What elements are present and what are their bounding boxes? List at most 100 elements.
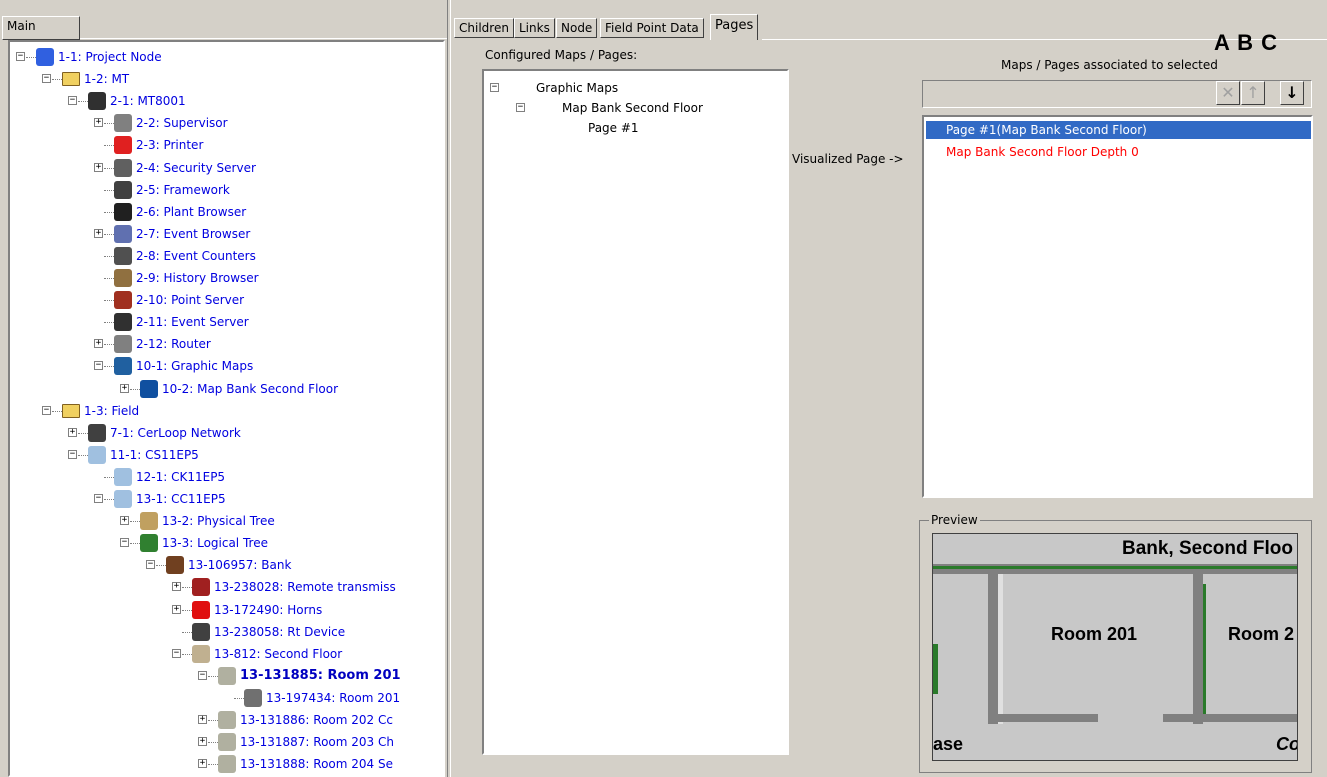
tree-node[interactable]: − 10-1: Graphic Maps: [10, 355, 443, 377]
tree-node[interactable]: − 13-3: Logical Tree: [10, 532, 443, 554]
folder-icon: [62, 72, 80, 87]
collapse-icon[interactable]: −: [16, 52, 25, 61]
event-counters-icon: [114, 246, 132, 265]
expand-icon[interactable]: +: [172, 604, 181, 614]
tree-connector: [208, 764, 218, 766]
tree-node[interactable]: − 13-131885: Room 201: [10, 665, 443, 687]
project-tree[interactable]: −1-1: Project Node −1-2: MT −2-1: MT8001 +2…: [8, 40, 445, 777]
move-up-button[interactable]: ↑: [1241, 81, 1265, 105]
expand-icon[interactable]: +: [120, 383, 129, 393]
configured-maps-tree[interactable]: − Graphic Maps − Map Bank Second Floor Page …: [482, 69, 789, 755]
tab-node[interactable]: Node: [556, 18, 598, 38]
tab-children[interactable]: Children: [454, 18, 514, 38]
collapse-icon[interactable]: −: [146, 560, 155, 570]
tree-node-label: 10-1: Graphic Maps: [136, 359, 254, 374]
tree-node[interactable]: 2-9: History Browser: [10, 267, 443, 289]
assoc-maps-list[interactable]: Page #1(Map Bank Second Floor) Map Bank …: [922, 115, 1313, 498]
tree-node-label: 13-238058: Rt Device: [214, 624, 346, 639]
tree-node-label: 2-6: Plant Browser: [136, 204, 247, 219]
tree-connector: [130, 543, 140, 545]
tab-links[interactable]: Links: [514, 18, 555, 38]
tree-node-label: 13-172490: Horns: [214, 602, 323, 617]
collapse-icon[interactable]: −: [94, 361, 103, 371]
tree-node-label: 2-8: Event Counters: [136, 248, 256, 263]
tree-node[interactable]: − 13-1: CC11EP5: [10, 488, 443, 510]
tree-node[interactable]: 13-197434: Room 201: [10, 687, 443, 709]
tree-node[interactable]: +2-2: Supervisor: [10, 112, 443, 134]
tree-node[interactable]: 13-238058: Rt Device: [10, 621, 443, 643]
tree-node[interactable]: 2-8: Event Counters: [10, 245, 443, 267]
tree-node[interactable]: +13-238028: Remote transmiss: [10, 576, 443, 598]
splitter[interactable]: [447, 0, 451, 777]
tree-node[interactable]: − 13-106957: Bank: [10, 554, 443, 576]
visualized-page-label: Visualized Page ->: [792, 152, 904, 166]
delete-button[interactable]: ✕: [1216, 81, 1240, 105]
expand-icon[interactable]: +: [198, 737, 207, 747]
tree-node-label: 2-7: Event Browser: [136, 226, 251, 241]
list-item-label: Map Bank Second Floor Depth 0: [946, 145, 1139, 159]
tab-field-point-data-label: Field Point Data: [605, 21, 699, 35]
tab-field-point-data[interactable]: Field Point Data: [600, 18, 704, 38]
collapse-icon[interactable]: −: [68, 449, 77, 459]
tree-connector: [78, 101, 88, 103]
preview-map[interactable]: Bank, Second Floo Room 201 Room 2 ase Co: [932, 533, 1298, 761]
tree-connector: [104, 211, 114, 213]
tree-connector: [104, 476, 114, 478]
tree-node[interactable]: +13-131886: Room 202 Cc: [10, 709, 443, 731]
expand-icon[interactable]: +: [198, 715, 207, 724]
tree-connector: [182, 631, 192, 633]
collapse-icon[interactable]: −: [120, 538, 129, 548]
tree-connector: [104, 123, 114, 125]
expand-icon[interactable]: +: [120, 516, 129, 526]
tree-node[interactable]: +2-12: Router: [10, 333, 443, 355]
tree-node[interactable]: − 1-2: MT: [10, 68, 443, 90]
expand-icon[interactable]: +: [94, 118, 103, 128]
expand-icon[interactable]: +: [94, 339, 103, 349]
list-item[interactable]: Map Bank Second Floor Depth 0: [926, 143, 1311, 161]
tree-node-label: 13-238028: Remote transmiss: [214, 580, 396, 595]
tree-node[interactable]: 2-3: Printer: [10, 134, 443, 156]
tree-node[interactable]: +10-2: Map Bank Second Floor: [10, 378, 443, 400]
tree-node[interactable]: − 2-1: MT8001: [10, 90, 443, 112]
expand-icon[interactable]: +: [198, 759, 207, 769]
tree-node[interactable]: − 1-3: Field: [10, 400, 443, 422]
physical-tree-icon: [140, 512, 158, 531]
tree-node[interactable]: − 11-1: CS11EP5: [10, 444, 443, 466]
tree-node[interactable]: 2-11: Event Server: [10, 311, 443, 333]
tree-node[interactable]: +2-4: Security Server: [10, 157, 443, 179]
move-down-button[interactable]: ↓: [1280, 81, 1304, 105]
expand-icon[interactable]: +: [68, 427, 77, 437]
expand-icon[interactable]: +: [94, 228, 103, 238]
tree-node-label: 2-4: Security Server: [136, 160, 256, 175]
list-item-selected[interactable]: Page #1(Map Bank Second Floor): [926, 121, 1311, 139]
tab-pages[interactable]: Pages: [710, 14, 759, 40]
tree-node[interactable]: +7-1: CerLoop Network: [10, 422, 443, 444]
collapse-icon[interactable]: −: [42, 405, 51, 415]
tree-node[interactable]: 2-10: Point Server: [10, 289, 443, 311]
tree-node[interactable]: − 1-1: Project Node: [10, 46, 443, 68]
tree-node[interactable]: 2-6: Plant Browser: [10, 201, 443, 223]
tree-node-label: 13-3: Logical Tree: [162, 536, 268, 551]
collapse-icon[interactable]: −: [172, 648, 181, 658]
collapse-icon[interactable]: −: [94, 494, 103, 503]
annotation-abc: A B C: [1214, 30, 1279, 55]
house-icon: [166, 556, 184, 575]
expand-icon[interactable]: +: [94, 162, 103, 172]
tree-node[interactable]: +13-131887: Room 203 Ch: [10, 731, 443, 753]
tab-main[interactable]: Main: [2, 16, 80, 40]
collapse-icon[interactable]: −: [68, 96, 77, 106]
floor-plan-image: [933, 534, 1297, 760]
tree-node[interactable]: +13-172490: Horns: [10, 599, 443, 621]
tree-node[interactable]: +2-7: Event Browser: [10, 223, 443, 245]
tree-node[interactable]: 12-1: CK11EP5: [10, 466, 443, 488]
expand-icon[interactable]: +: [172, 582, 181, 592]
tree-node[interactable]: +13-131888: Room 204 Se: [10, 753, 443, 775]
tree-node[interactable]: − 13-812: Second Floor: [10, 643, 443, 665]
arrow-down-icon: ↓: [1285, 83, 1299, 102]
collapse-icon[interactable]: −: [490, 83, 499, 92]
tree-node[interactable]: 2-5: Framework: [10, 179, 443, 201]
collapse-icon[interactable]: −: [198, 670, 207, 680]
collapse-icon[interactable]: −: [42, 74, 51, 84]
tree-node[interactable]: +13-2: Physical Tree: [10, 510, 443, 532]
collapse-icon[interactable]: −: [516, 103, 525, 112]
